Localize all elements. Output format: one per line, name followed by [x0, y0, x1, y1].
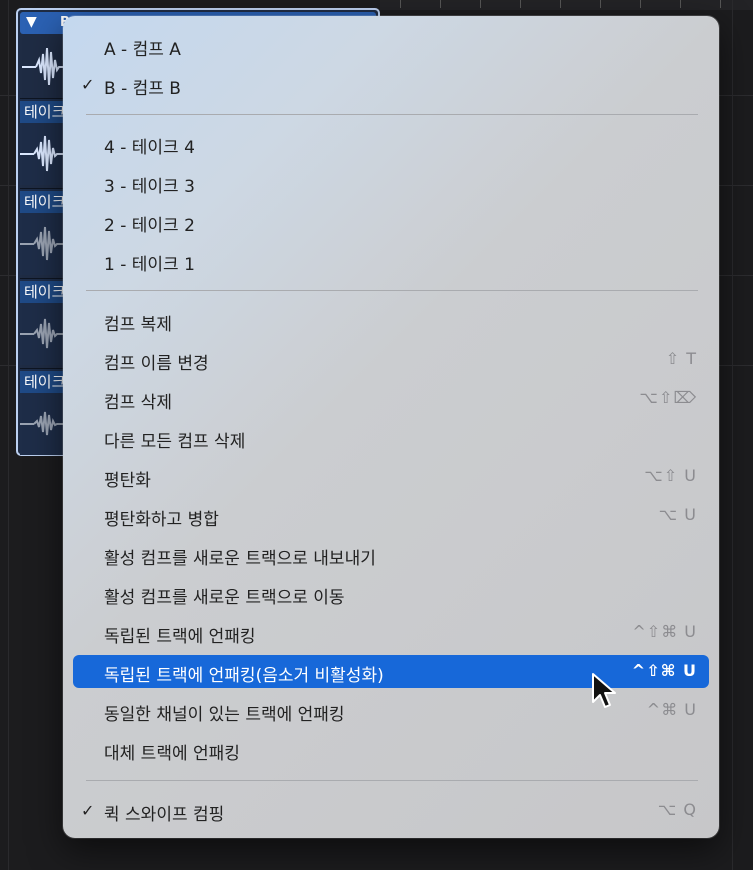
menu-item-label: A - 컴프 A [104, 40, 181, 60]
menu-item-comp-a[interactable]: A - 컴프 A [73, 29, 709, 62]
menu-item-label: 다른 모든 컴프 삭제 [104, 432, 246, 452]
ruler-tick [640, 0, 641, 8]
menu-separator [86, 114, 698, 115]
menu-item-label: 퀵 스와이프 컴핑 [104, 805, 225, 825]
grid-line [732, 0, 733, 870]
menu-item-comp-b[interactable]: ✓ B - 컴프 B [73, 68, 709, 101]
keyboard-shortcut: ⌥ Q [657, 800, 697, 819]
menu-item-label: 평탄화 [104, 471, 151, 491]
ruler-tick [520, 0, 521, 8]
menu-item-label: 독립된 트랙에 언패킹 [104, 627, 256, 647]
keyboard-shortcut: ⌥ U [658, 505, 697, 524]
ruler-tick [600, 0, 601, 8]
menu-item-rename-comp[interactable]: 컴프 이름 변경 ⇧ T [73, 343, 709, 376]
menu-item-flatten-and-merge[interactable]: 평탄화하고 병합 ⌥ U [73, 499, 709, 532]
menu-item-unpack-to-new-tracks[interactable]: 독립된 트랙에 언패킹 ^⇧⌘ U [73, 616, 709, 649]
menu-item-label: 평탄화하고 병합 [104, 510, 219, 530]
keyboard-shortcut: ⇧ T [665, 349, 697, 368]
menu-item-delete-other-comps[interactable]: 다른 모든 컴프 삭제 [73, 421, 709, 454]
keyboard-shortcut: ^⇧⌘ U [632, 622, 697, 641]
menu-item-unpack-to-alternatives[interactable]: 대체 트랙에 언패킹 [73, 733, 709, 766]
ruler-tick [440, 0, 441, 8]
menu-item-label: 컴프 삭제 [104, 393, 172, 413]
menu-item-flatten[interactable]: 평탄화 ⌥⇧ U [73, 460, 709, 493]
ruler-tick [560, 0, 561, 8]
menu-item-label: 대체 트랙에 언패킹 [104, 744, 240, 764]
keyboard-shortcut: ⌥⇧⌦ [639, 388, 697, 407]
menu-item-take-1[interactable]: 1 - 테이크 1 [73, 244, 709, 277]
timeline-ruler[interactable] [380, 0, 753, 10]
keyboard-shortcut: ^⇧⌘ U [631, 661, 697, 680]
menu-item-label: 컴프 복제 [104, 315, 172, 335]
menu-separator [86, 290, 698, 291]
checkmark-icon: ✓ [81, 75, 95, 94]
menu-item-take-2[interactable]: 2 - 테이크 2 [73, 205, 709, 238]
menu-item-label: 2 - 테이크 2 [104, 216, 195, 236]
menu-item-label: 3 - 테이크 3 [104, 177, 195, 197]
menu-item-label: 활성 컴프를 새로운 트랙으로 내보내기 [104, 549, 376, 569]
take-folder-context-menu: A - 컴프 A ✓ B - 컴프 B 4 - 테이크 4 3 - 테이크 3 … [63, 16, 719, 838]
menu-separator [86, 780, 698, 781]
menu-item-label: 컴프 이름 변경 [104, 354, 209, 374]
ruler-tick [480, 0, 481, 8]
menu-item-move-comp-to-new-track[interactable]: 활성 컴프를 새로운 트랙으로 이동 [73, 577, 709, 610]
keyboard-shortcut: ⌥⇧ U [644, 466, 697, 485]
menu-item-duplicate-comp[interactable]: 컴프 복제 [73, 304, 709, 337]
disclosure-triangle-icon[interactable]: ▼ [26, 14, 37, 30]
menu-item-label: 활성 컴프를 새로운 트랙으로 이동 [104, 588, 345, 608]
menu-item-take-3[interactable]: 3 - 테이크 3 [73, 166, 709, 199]
menu-item-label: 1 - 테이크 1 [104, 255, 195, 275]
menu-item-label: 4 - 테이크 4 [104, 138, 195, 158]
keyboard-shortcut: ^⌘ U [646, 700, 697, 719]
ruler-tick [720, 0, 721, 8]
menu-item-label: B - 컴프 B [104, 79, 181, 99]
menu-item-label: 동일한 채널이 있는 트랙에 언패킹 [104, 705, 345, 725]
mouse-pointer-icon [592, 673, 616, 708]
menu-item-delete-comp[interactable]: 컴프 삭제 ⌥⇧⌦ [73, 382, 709, 415]
menu-item-label: 독립된 트랙에 언패킹(음소거 비활성화) [104, 666, 384, 686]
ruler-tick [680, 0, 681, 8]
grid-line [8, 0, 9, 870]
menu-item-take-4[interactable]: 4 - 테이크 4 [73, 127, 709, 160]
ruler-tick [400, 0, 401, 8]
menu-item-quick-swipe-comping[interactable]: ✓ 퀵 스와이프 컴핑 ⌥ Q [73, 794, 709, 827]
menu-item-export-comp-to-new-track[interactable]: 활성 컴프를 새로운 트랙으로 내보내기 [73, 538, 709, 571]
checkmark-icon: ✓ [81, 801, 95, 820]
